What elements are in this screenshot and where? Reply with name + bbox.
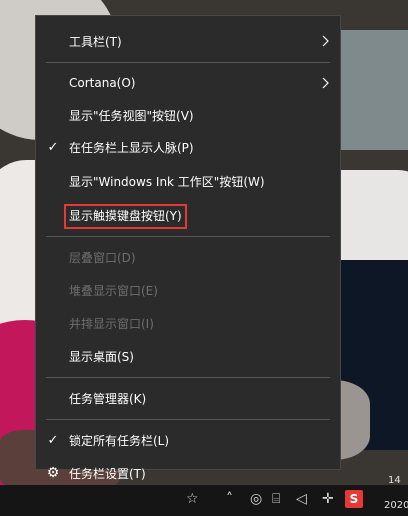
menu-separator <box>46 62 330 63</box>
ime-indicator[interactable]: S <box>345 490 363 508</box>
highlight-box <box>64 204 187 229</box>
menu-item-task-manager[interactable]: 任务管理器(K) <box>36 383 340 413</box>
app-tray-icon[interactable]: ◎ <box>250 491 262 507</box>
menu-item-show-people[interactable]: ✓ 在任务栏上显示人脉(P) <box>36 132 340 162</box>
menu-item-lock-taskbars[interactable]: ✓ 锁定所有任务栏(L) <box>36 425 340 455</box>
chevron-up-icon[interactable]: ˄ <box>226 491 233 507</box>
menu-item-label: 锁定所有任务栏(L) <box>69 433 170 448</box>
menu-separator <box>46 377 330 378</box>
menu-item-label: 显示"Windows Ink 工作区"按钮(W) <box>69 174 265 189</box>
menu-item-label: 任务管理器(K) <box>69 391 147 406</box>
chevron-right-icon <box>322 77 329 89</box>
network-icon[interactable]: ⌸ <box>272 491 280 507</box>
clock-date[interactable]: 2020 <box>384 500 408 511</box>
menu-separator <box>46 236 330 237</box>
gear-icon: ⚙ <box>46 465 60 481</box>
menu-item-side-by-side-windows: 并排显示窗口(I) <box>36 308 340 338</box>
menu-item-stack-windows: 堆叠显示窗口(E) <box>36 275 340 305</box>
menu-item-label: 并排显示窗口(I) <box>69 316 154 331</box>
taskbar-context-menu: 工具栏(T) Cortana(O) 显示"任务视图"按钮(V) ✓ 在任务栏上显… <box>35 15 341 481</box>
menu-item-label: Cortana(O) <box>69 76 136 90</box>
checkmark-icon: ✓ <box>47 432 59 448</box>
menu-separator <box>46 419 330 420</box>
pin-icon[interactable]: ✛ <box>322 491 334 507</box>
clock-time[interactable]: 14 <box>388 475 401 486</box>
menu-item-label: 在任务栏上显示人脉(P) <box>69 140 194 155</box>
menu-item-taskbar-settings[interactable]: ⚙ 任务栏设置(T) <box>36 458 340 488</box>
menu-item-label: 工具栏(T) <box>69 34 122 49</box>
menu-item-label: 显示桌面(S) <box>69 349 134 364</box>
menu-item-label: 层叠窗口(D) <box>69 250 136 265</box>
menu-item-cascade-windows: 层叠窗口(D) <box>36 242 340 272</box>
menu-item-label: 任务栏设置(T) <box>69 466 146 481</box>
volume-icon[interactable]: ◁ <box>296 491 307 507</box>
chevron-right-icon <box>322 35 329 47</box>
menu-item-show-desktop[interactable]: 显示桌面(S) <box>36 341 340 371</box>
menu-item-toolbars[interactable]: 工具栏(T) <box>36 26 340 56</box>
menu-item-task-view-button[interactable]: 显示"任务视图"按钮(V) <box>36 100 340 130</box>
menu-item-label: 堆叠显示窗口(E) <box>69 283 158 298</box>
menu-item-label: 显示"任务视图"按钮(V) <box>69 108 194 123</box>
star-icon[interactable]: ☆ <box>186 491 199 507</box>
menu-item-cortana[interactable]: Cortana(O) <box>36 68 340 98</box>
checkmark-icon: ✓ <box>47 139 59 155</box>
menu-item-windows-ink-button[interactable]: 显示"Windows Ink 工作区"按钮(W) <box>36 166 340 196</box>
